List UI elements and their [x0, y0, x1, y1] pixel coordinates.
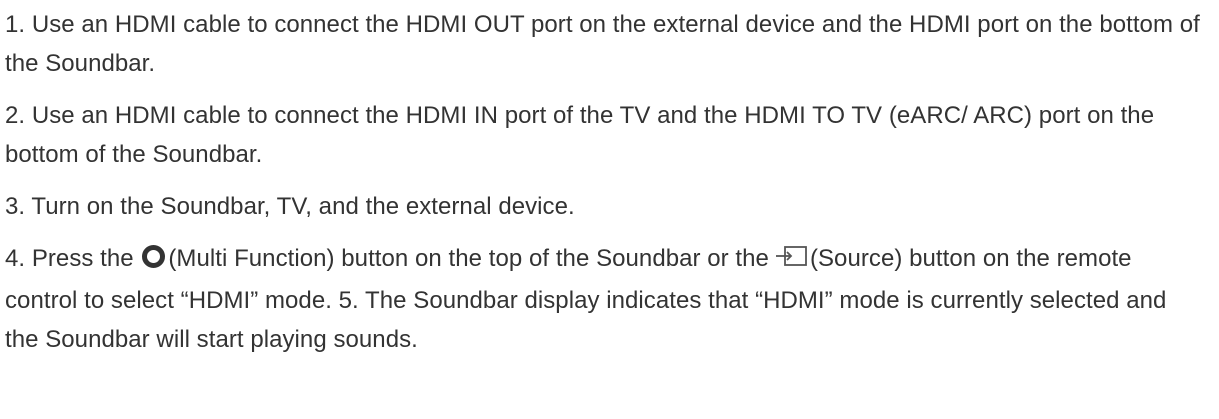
- instruction-step-4: 4. Press the (Multi Function) button on …: [5, 239, 1205, 359]
- instruction-step-2: 2. Use an HDMI cable to connect the HDMI…: [5, 102, 1155, 168]
- instruction-step-3: 3. Turn on the Soundbar, TV, and the ext…: [5, 193, 575, 220]
- instruction-step-1: 1. Use an HDMI cable to connect the HDMI…: [5, 11, 1200, 77]
- source-input-icon: [775, 241, 808, 280]
- step-4-text-middle: (Multi Function) button on the top of th…: [168, 245, 769, 272]
- multi-function-circle-icon: [141, 242, 166, 281]
- instructions-content: 1. Use an HDMI cable to connect the HDMI…: [5, 0, 1205, 359]
- step-4-text-start: 4. Press the: [5, 245, 141, 272]
